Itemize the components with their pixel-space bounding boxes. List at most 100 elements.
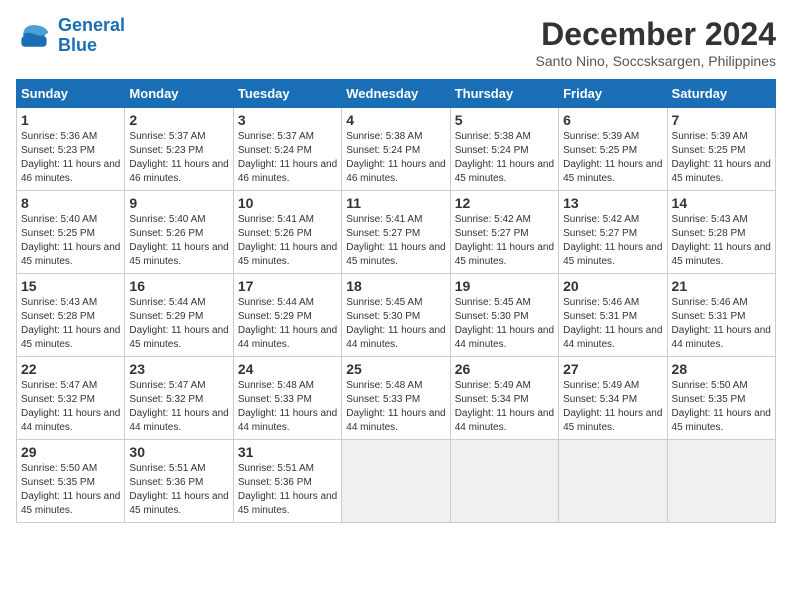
logo-icon bbox=[16, 18, 52, 54]
day-info: Sunrise: 5:50 AM Sunset: 5:35 PM Dayligh… bbox=[672, 379, 771, 435]
day-info: Sunrise: 5:43 AM Sunset: 5:28 PM Dayligh… bbox=[21, 296, 120, 352]
day-info: Sunrise: 5:40 AM Sunset: 5:25 PM Dayligh… bbox=[21, 213, 120, 269]
calendar-cell: 22 Sunrise: 5:47 AM Sunset: 5:32 PM Dayl… bbox=[17, 357, 125, 440]
day-info: Sunrise: 5:38 AM Sunset: 5:24 PM Dayligh… bbox=[455, 130, 554, 186]
day-number: 20 bbox=[563, 278, 662, 294]
day-info: Sunrise: 5:49 AM Sunset: 5:34 PM Dayligh… bbox=[455, 379, 554, 435]
calendar-cell: 25 Sunrise: 5:48 AM Sunset: 5:33 PM Dayl… bbox=[342, 357, 450, 440]
day-number: 5 bbox=[455, 112, 554, 128]
day-number: 29 bbox=[21, 444, 120, 460]
day-number: 31 bbox=[238, 444, 337, 460]
day-number: 14 bbox=[672, 195, 771, 211]
day-info: Sunrise: 5:50 AM Sunset: 5:35 PM Dayligh… bbox=[21, 462, 120, 518]
day-number: 21 bbox=[672, 278, 771, 294]
page-header: GeneralBlue December 2024 Santo Nino, So… bbox=[16, 16, 776, 69]
calendar-header-row: SundayMondayTuesdayWednesdayThursdayFrid… bbox=[17, 80, 776, 108]
calendar-cell: 3 Sunrise: 5:37 AM Sunset: 5:24 PM Dayli… bbox=[233, 108, 341, 191]
day-info: Sunrise: 5:46 AM Sunset: 5:31 PM Dayligh… bbox=[672, 296, 771, 352]
day-number: 12 bbox=[455, 195, 554, 211]
col-header-tuesday: Tuesday bbox=[233, 80, 341, 108]
calendar-week-1: 1 Sunrise: 5:36 AM Sunset: 5:23 PM Dayli… bbox=[17, 108, 776, 191]
calendar-cell: 24 Sunrise: 5:48 AM Sunset: 5:33 PM Dayl… bbox=[233, 357, 341, 440]
day-number: 19 bbox=[455, 278, 554, 294]
day-number: 23 bbox=[129, 361, 228, 377]
day-number: 9 bbox=[129, 195, 228, 211]
day-number: 8 bbox=[21, 195, 120, 211]
calendar-cell: 28 Sunrise: 5:50 AM Sunset: 5:35 PM Dayl… bbox=[667, 357, 775, 440]
day-number: 11 bbox=[346, 195, 445, 211]
day-number: 28 bbox=[672, 361, 771, 377]
day-number: 17 bbox=[238, 278, 337, 294]
day-number: 16 bbox=[129, 278, 228, 294]
calendar-cell: 2 Sunrise: 5:37 AM Sunset: 5:23 PM Dayli… bbox=[125, 108, 233, 191]
day-info: Sunrise: 5:51 AM Sunset: 5:36 PM Dayligh… bbox=[129, 462, 228, 518]
day-info: Sunrise: 5:48 AM Sunset: 5:33 PM Dayligh… bbox=[346, 379, 445, 435]
day-number: 30 bbox=[129, 444, 228, 460]
calendar-cell: 5 Sunrise: 5:38 AM Sunset: 5:24 PM Dayli… bbox=[450, 108, 558, 191]
day-number: 1 bbox=[21, 112, 120, 128]
logo: GeneralBlue bbox=[16, 16, 125, 56]
day-number: 27 bbox=[563, 361, 662, 377]
calendar-cell: 6 Sunrise: 5:39 AM Sunset: 5:25 PM Dayli… bbox=[559, 108, 667, 191]
day-info: Sunrise: 5:41 AM Sunset: 5:27 PM Dayligh… bbox=[346, 213, 445, 269]
calendar-cell: 29 Sunrise: 5:50 AM Sunset: 5:35 PM Dayl… bbox=[17, 440, 125, 523]
day-number: 13 bbox=[563, 195, 662, 211]
day-info: Sunrise: 5:51 AM Sunset: 5:36 PM Dayligh… bbox=[238, 462, 337, 518]
calendar-cell: 31 Sunrise: 5:51 AM Sunset: 5:36 PM Dayl… bbox=[233, 440, 341, 523]
calendar-week-2: 8 Sunrise: 5:40 AM Sunset: 5:25 PM Dayli… bbox=[17, 191, 776, 274]
calendar-cell: 15 Sunrise: 5:43 AM Sunset: 5:28 PM Dayl… bbox=[17, 274, 125, 357]
day-info: Sunrise: 5:49 AM Sunset: 5:34 PM Dayligh… bbox=[563, 379, 662, 435]
calendar-cell: 7 Sunrise: 5:39 AM Sunset: 5:25 PM Dayli… bbox=[667, 108, 775, 191]
day-number: 22 bbox=[21, 361, 120, 377]
day-number: 10 bbox=[238, 195, 337, 211]
calendar-week-4: 22 Sunrise: 5:47 AM Sunset: 5:32 PM Dayl… bbox=[17, 357, 776, 440]
month-title: December 2024 bbox=[536, 16, 776, 53]
day-info: Sunrise: 5:44 AM Sunset: 5:29 PM Dayligh… bbox=[238, 296, 337, 352]
calendar-cell: 18 Sunrise: 5:45 AM Sunset: 5:30 PM Dayl… bbox=[342, 274, 450, 357]
day-info: Sunrise: 5:47 AM Sunset: 5:32 PM Dayligh… bbox=[21, 379, 120, 435]
col-header-wednesday: Wednesday bbox=[342, 80, 450, 108]
calendar-cell: 20 Sunrise: 5:46 AM Sunset: 5:31 PM Dayl… bbox=[559, 274, 667, 357]
calendar-cell: 9 Sunrise: 5:40 AM Sunset: 5:26 PM Dayli… bbox=[125, 191, 233, 274]
calendar-cell: 19 Sunrise: 5:45 AM Sunset: 5:30 PM Dayl… bbox=[450, 274, 558, 357]
day-info: Sunrise: 5:37 AM Sunset: 5:24 PM Dayligh… bbox=[238, 130, 337, 186]
col-header-monday: Monday bbox=[125, 80, 233, 108]
day-info: Sunrise: 5:44 AM Sunset: 5:29 PM Dayligh… bbox=[129, 296, 228, 352]
calendar-cell: 11 Sunrise: 5:41 AM Sunset: 5:27 PM Dayl… bbox=[342, 191, 450, 274]
day-info: Sunrise: 5:40 AM Sunset: 5:26 PM Dayligh… bbox=[129, 213, 228, 269]
day-info: Sunrise: 5:37 AM Sunset: 5:23 PM Dayligh… bbox=[129, 130, 228, 186]
col-header-friday: Friday bbox=[559, 80, 667, 108]
calendar-cell bbox=[342, 440, 450, 523]
calendar-cell: 27 Sunrise: 5:49 AM Sunset: 5:34 PM Dayl… bbox=[559, 357, 667, 440]
day-info: Sunrise: 5:48 AM Sunset: 5:33 PM Dayligh… bbox=[238, 379, 337, 435]
col-header-sunday: Sunday bbox=[17, 80, 125, 108]
calendar-cell: 30 Sunrise: 5:51 AM Sunset: 5:36 PM Dayl… bbox=[125, 440, 233, 523]
calendar-cell: 17 Sunrise: 5:44 AM Sunset: 5:29 PM Dayl… bbox=[233, 274, 341, 357]
day-info: Sunrise: 5:42 AM Sunset: 5:27 PM Dayligh… bbox=[455, 213, 554, 269]
calendar-cell: 16 Sunrise: 5:44 AM Sunset: 5:29 PM Dayl… bbox=[125, 274, 233, 357]
col-header-thursday: Thursday bbox=[450, 80, 558, 108]
day-info: Sunrise: 5:45 AM Sunset: 5:30 PM Dayligh… bbox=[455, 296, 554, 352]
day-number: 15 bbox=[21, 278, 120, 294]
day-number: 26 bbox=[455, 361, 554, 377]
day-info: Sunrise: 5:42 AM Sunset: 5:27 PM Dayligh… bbox=[563, 213, 662, 269]
day-number: 18 bbox=[346, 278, 445, 294]
calendar-cell bbox=[667, 440, 775, 523]
calendar-cell bbox=[559, 440, 667, 523]
day-number: 4 bbox=[346, 112, 445, 128]
day-info: Sunrise: 5:45 AM Sunset: 5:30 PM Dayligh… bbox=[346, 296, 445, 352]
calendar-table: SundayMondayTuesdayWednesdayThursdayFrid… bbox=[16, 79, 776, 523]
calendar-cell: 14 Sunrise: 5:43 AM Sunset: 5:28 PM Dayl… bbox=[667, 191, 775, 274]
calendar-week-3: 15 Sunrise: 5:43 AM Sunset: 5:28 PM Dayl… bbox=[17, 274, 776, 357]
calendar-cell: 4 Sunrise: 5:38 AM Sunset: 5:24 PM Dayli… bbox=[342, 108, 450, 191]
day-info: Sunrise: 5:47 AM Sunset: 5:32 PM Dayligh… bbox=[129, 379, 228, 435]
calendar-cell: 8 Sunrise: 5:40 AM Sunset: 5:25 PM Dayli… bbox=[17, 191, 125, 274]
day-info: Sunrise: 5:46 AM Sunset: 5:31 PM Dayligh… bbox=[563, 296, 662, 352]
day-number: 24 bbox=[238, 361, 337, 377]
col-header-saturday: Saturday bbox=[667, 80, 775, 108]
day-number: 7 bbox=[672, 112, 771, 128]
calendar-cell: 23 Sunrise: 5:47 AM Sunset: 5:32 PM Dayl… bbox=[125, 357, 233, 440]
calendar-week-5: 29 Sunrise: 5:50 AM Sunset: 5:35 PM Dayl… bbox=[17, 440, 776, 523]
day-info: Sunrise: 5:36 AM Sunset: 5:23 PM Dayligh… bbox=[21, 130, 120, 186]
calendar-cell: 1 Sunrise: 5:36 AM Sunset: 5:23 PM Dayli… bbox=[17, 108, 125, 191]
